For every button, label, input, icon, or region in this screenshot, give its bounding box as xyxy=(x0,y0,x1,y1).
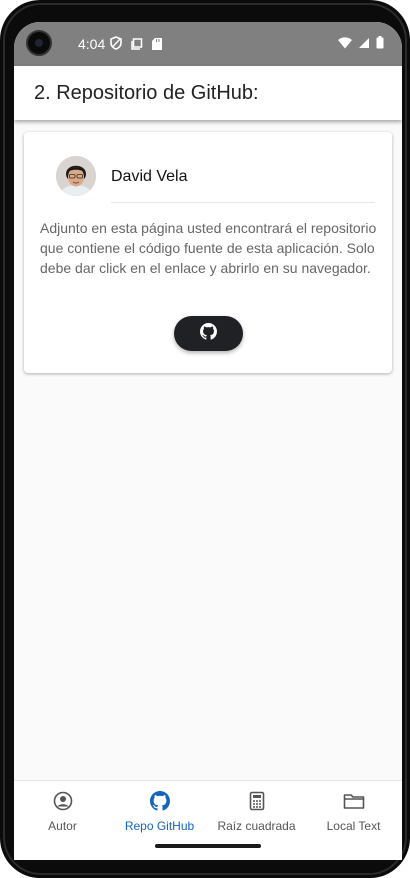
phone-frame: 4:04 2. Repositorio de GitHub: David Vel… xyxy=(0,0,410,878)
author-name: David Vela xyxy=(111,168,188,185)
bottom-navigation: Autor Repo GitHub Raíz cuadrada Local Te… xyxy=(14,780,402,835)
nav-item-local-text[interactable]: Local Text xyxy=(305,781,402,835)
signal-icon xyxy=(358,36,370,54)
github-icon xyxy=(149,791,170,816)
repo-description: Adjunto en esta página usted encontrará … xyxy=(40,220,377,276)
wifi-icon xyxy=(338,36,352,54)
screen: 4:04 2. Repositorio de GitHub: David Vel… xyxy=(14,22,402,860)
nav-item-raiz-cuadrada[interactable]: Raíz cuadrada xyxy=(208,781,305,835)
status-icons-left xyxy=(110,36,162,55)
account-circle-icon xyxy=(53,791,73,816)
screenshot-icon xyxy=(131,37,143,55)
folder-icon xyxy=(343,791,365,816)
avatar xyxy=(56,156,96,196)
nav-label-local-text: Local Text xyxy=(326,819,381,833)
repo-card: David Vela Adjunto en esta página usted … xyxy=(24,132,392,373)
main-content: David Vela Adjunto en esta página usted … xyxy=(14,120,402,780)
status-time: 4:04 xyxy=(78,36,106,52)
front-camera xyxy=(26,30,52,56)
calculator-icon xyxy=(247,791,267,816)
github-icon xyxy=(200,322,217,345)
nav-item-autor[interactable]: Autor xyxy=(14,781,111,835)
nav-item-repo-github[interactable]: Repo GitHub xyxy=(111,781,208,835)
nav-label-raiz-cuadrada: Raíz cuadrada xyxy=(217,819,296,833)
nav-label-repo-github: Repo GitHub xyxy=(124,819,195,833)
battery-icon xyxy=(376,36,384,54)
nav-label-autor: Autor xyxy=(48,819,77,833)
status-icons-right xyxy=(338,36,384,54)
sd-card-icon xyxy=(152,37,162,55)
gesture-navigation-bar[interactable] xyxy=(155,844,261,848)
page-title: 2. Repositorio de GitHub: xyxy=(34,82,259,104)
github-link-button[interactable] xyxy=(174,316,243,351)
app-bar: 2. Repositorio de GitHub: xyxy=(14,66,402,120)
status-bar: 4:04 xyxy=(14,22,402,66)
divider xyxy=(111,202,375,203)
shield-icon xyxy=(110,36,122,55)
